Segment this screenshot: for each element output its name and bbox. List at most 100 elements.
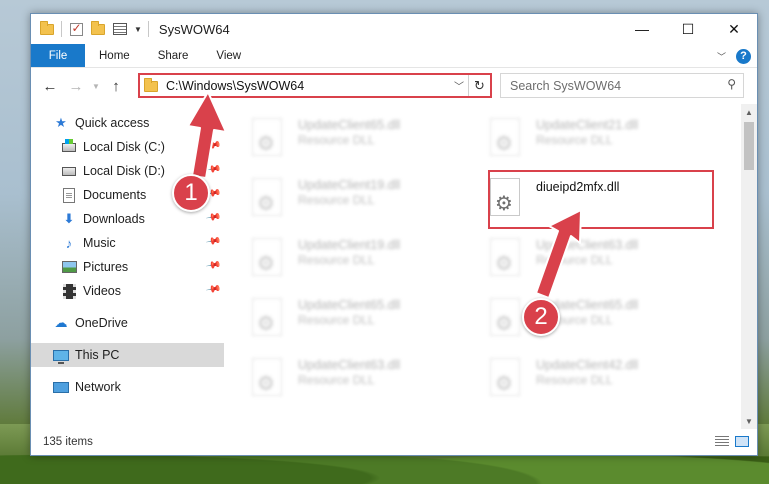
file-type: Resource DLL (298, 373, 375, 387)
nav-label: Network (75, 380, 121, 394)
up-arrow-icon[interactable]: ↑ (103, 73, 129, 99)
address-dropdown-icon[interactable]: ﹀ (454, 78, 464, 93)
pin-icon: 📌 (204, 257, 222, 274)
dll-file-icon: ⚙ (490, 238, 520, 276)
navigation-pane: ★ Quick access Local Disk (C:) 📌 Local D… (31, 104, 224, 429)
dll-file-icon: ⚙ (252, 238, 282, 276)
file-name: UpdateClient19.dll (298, 238, 401, 252)
step-1-badge: 1 (172, 174, 210, 212)
window-controls: — ☐ ✕ (619, 14, 757, 44)
file-type: Resource DLL (536, 253, 613, 267)
network-icon (53, 379, 69, 395)
nav-network[interactable]: Network (53, 375, 121, 399)
recent-locations-icon[interactable]: ▼ (89, 73, 103, 99)
search-input[interactable]: Search SysWOW64 (510, 79, 621, 93)
nav-onedrive[interactable]: ☁ OneDrive (53, 311, 128, 335)
onedrive-icon: ☁ (54, 315, 68, 330)
explorer-window: ▼ SysWOW64 — ☐ ✕ File Home Share View ﹀ … (30, 13, 758, 456)
window-title: SysWOW64 (158, 21, 230, 37)
scroll-thumb[interactable] (744, 122, 754, 170)
nav-label: Documents (83, 188, 147, 202)
ribbon-tabs: File Home Share View ﹀ ? (31, 44, 757, 68)
file-item[interactable]: ⚙ UpdateClient42.dll Resource DLL (462, 350, 682, 402)
tab-view[interactable]: View (202, 44, 255, 67)
file-type: Resource DLL (536, 133, 613, 147)
address-row: ← → ▼ ↑ C:\Windows\SysWOW64 ﹀ ↻ Search S… (31, 68, 757, 104)
nav-item-documents[interactable]: Documents (61, 183, 146, 207)
file-item[interactable]: ⚙ UpdateClient65.dll Resource DLL (224, 290, 444, 342)
title-bar: ▼ SysWOW64 — ☐ ✕ (31, 14, 757, 44)
file-name: UpdateClient19.dll (298, 178, 401, 192)
properties-check-icon[interactable] (68, 21, 84, 37)
music-icon: ♪ (65, 235, 73, 251)
close-button[interactable]: ✕ (711, 14, 757, 44)
maximize-button[interactable]: ☐ (665, 14, 711, 44)
drive-d-icon (61, 163, 77, 179)
file-item[interactable]: ⚙ UpdateClient65.dll Resource DLL (224, 110, 444, 162)
file-item[interactable]: ⚙ UpdateClient21.dll Resource DLL (462, 110, 682, 162)
file-type: Resource DLL (298, 313, 375, 327)
nav-item-music[interactable]: ♪ Music (61, 231, 116, 255)
nav-item-videos[interactable]: Videos (61, 279, 121, 303)
quick-access-toolbar: ▼ (31, 20, 149, 37)
nav-label: Local Disk (D:) (83, 164, 165, 178)
pin-icon: 📌 (204, 161, 222, 178)
back-arrow-icon[interactable]: ← (37, 73, 63, 99)
scroll-up-icon[interactable]: ▲ (741, 104, 757, 120)
expand-ribbon-icon[interactable]: ﹀ (717, 50, 726, 63)
search-box[interactable]: Search SysWOW64 ⚲ (500, 73, 744, 98)
file-item[interactable]: ⚙ UpdateClient63.dll Resource DLL (462, 230, 682, 282)
vertical-scrollbar[interactable]: ▲ ▼ (741, 104, 757, 429)
customize-toolbar-dropdown-icon[interactable]: ▼ (134, 25, 142, 34)
ribbon-right-controls: ﹀ ? (717, 44, 751, 68)
nav-item-local-disk-d[interactable]: Local Disk (D:) (61, 159, 165, 183)
nav-label: Quick access (75, 116, 150, 130)
address-path[interactable]: C:\Windows\SysWOW64 (166, 79, 304, 93)
drive-c-icon (61, 138, 77, 155)
pictures-icon (61, 259, 77, 275)
properties-icon[interactable] (112, 21, 128, 37)
forward-arrow-icon[interactable]: → (63, 73, 89, 99)
documents-icon (61, 187, 77, 203)
new-folder-icon[interactable] (90, 20, 106, 37)
tab-home[interactable]: Home (85, 44, 144, 67)
file-name: UpdateClient42.dll (536, 358, 639, 372)
file-type: Resource DLL (298, 193, 375, 207)
file-list: ⚙ UpdateClient65.dll Resource DLL ⚙ Upda… (224, 104, 741, 429)
scroll-down-icon[interactable]: ▼ (741, 413, 757, 429)
nav-item-local-disk-c[interactable]: Local Disk (C:) (61, 135, 165, 159)
address-bar[interactable]: C:\Windows\SysWOW64 ﹀ ↻ (138, 73, 492, 98)
refresh-icon[interactable]: ↻ (468, 75, 490, 96)
nav-quick-access[interactable]: ★ Quick access (53, 111, 149, 135)
folder-icon (144, 78, 158, 92)
tab-share[interactable]: Share (144, 44, 203, 67)
pin-icon: 📌 (204, 209, 222, 226)
file-highlight-box (488, 170, 714, 229)
file-name: UpdateClient65.dll (298, 298, 401, 312)
file-item[interactable]: ⚙ UpdateClient19.dll Resource DLL (224, 170, 444, 222)
file-name: UpdateClient63.dll (298, 358, 401, 372)
file-type: Resource DLL (298, 253, 375, 267)
nav-item-downloads[interactable]: ⬇ Downloads (61, 207, 145, 231)
details-view-icon[interactable] (715, 436, 729, 447)
dll-file-icon: ⚙ (490, 358, 520, 396)
dll-file-icon: ⚙ (490, 118, 520, 156)
nav-item-pictures[interactable]: Pictures (61, 255, 128, 279)
view-switcher (715, 436, 749, 447)
search-icon[interactable]: ⚲ (727, 77, 736, 91)
nav-this-pc[interactable]: This PC (31, 343, 224, 367)
large-icons-view-icon[interactable] (735, 436, 749, 447)
nav-label: Downloads (83, 212, 145, 226)
file-item[interactable]: ⚙ UpdateClient19.dll Resource DLL (224, 230, 444, 282)
file-type: Resource DLL (536, 373, 613, 387)
minimize-button[interactable]: — (619, 14, 665, 44)
nav-label: This PC (75, 348, 120, 362)
tab-file[interactable]: File (31, 44, 85, 67)
file-type: Resource DLL (298, 133, 375, 147)
videos-icon (61, 283, 77, 299)
file-item[interactable]: ⚙ UpdateClient65.dll Resource DLL (462, 290, 682, 342)
dll-file-icon: ⚙ (252, 358, 282, 396)
file-item[interactable]: ⚙ UpdateClient63.dll Resource DLL (224, 350, 444, 402)
nav-label: Music (83, 236, 116, 250)
help-icon[interactable]: ? (736, 48, 751, 64)
